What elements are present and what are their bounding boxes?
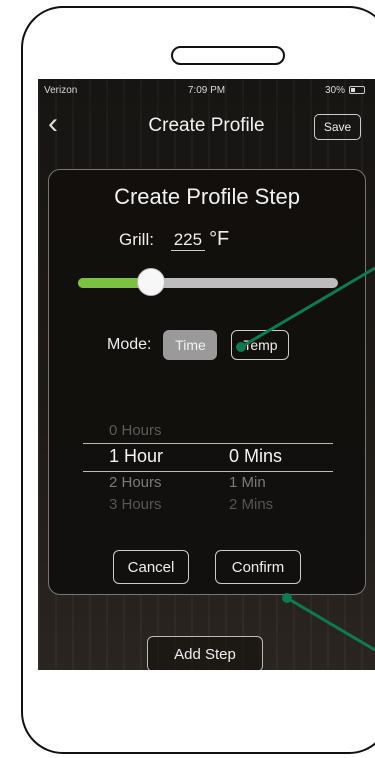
picker-selected-row[interactable]: 1 Hour 0 Mins	[83, 446, 333, 468]
picker-minutes-selected[interactable]: 0 Mins	[229, 446, 282, 467]
picker-hours-option[interactable]: 3 Hours	[109, 496, 162, 513]
picker-hours-option[interactable]: 0 Hours	[109, 422, 162, 439]
picker-minutes-option[interactable]: 1 Min	[229, 474, 266, 491]
add-step-button[interactable]: Add Step	[147, 636, 263, 670]
picker-row[interactable]: 0 Hours	[83, 422, 333, 444]
picker-hours-selected[interactable]: 1 Hour	[109, 446, 163, 467]
picker-row[interactable]: 3 Hours 2 Mins	[83, 496, 333, 518]
status-bar: Verizon 7:09 PM 30%	[38, 79, 375, 101]
battery-icon	[349, 86, 365, 94]
grill-label: Grill:	[119, 230, 154, 249]
mode-time-button[interactable]: Time	[163, 330, 218, 360]
battery-percent: 30%	[324, 85, 345, 96]
picker-selection-bottom-line	[83, 471, 333, 472]
mode-temp-button[interactable]: Temp	[231, 330, 290, 360]
navigation-bar: ‹ Create Profile Save	[38, 107, 375, 147]
slider-thumb[interactable]	[136, 268, 165, 296]
duration-picker[interactable]: 0 Hours 1 Hour 0 Mins 2 Hours 1 Min 3 Ho…	[83, 422, 333, 522]
mode-selector: Mode: Time Temp	[107, 330, 290, 360]
picker-selection-top-line	[83, 443, 333, 444]
save-button[interactable]: Save	[314, 114, 361, 140]
create-profile-step-dialog: Create Profile Step Grill: 225 °F Mode: T…	[48, 169, 366, 595]
picker-row[interactable]: 2 Hours 1 Min	[83, 474, 333, 496]
dialog-title: Create Profile Step	[114, 184, 300, 209]
temperature-slider[interactable]	[78, 268, 338, 296]
confirm-button[interactable]: Confirm	[215, 550, 301, 584]
picker-minutes-option[interactable]: 2 Mins	[229, 496, 273, 513]
mode-label: Mode:	[107, 336, 152, 353]
picker-hours-option[interactable]: 2 Hours	[109, 474, 162, 491]
speaker-slot	[171, 46, 285, 65]
cancel-button[interactable]: Cancel	[113, 550, 189, 584]
app-screen: Verizon 7:09 PM 30% ‹ Create Profile Sav…	[38, 79, 375, 670]
grill-temperature-unit: °F	[209, 228, 230, 250]
grill-temperature-value[interactable]: 225	[170, 230, 206, 251]
grill-temperature-row: Grill: 225 °F	[119, 228, 229, 251]
